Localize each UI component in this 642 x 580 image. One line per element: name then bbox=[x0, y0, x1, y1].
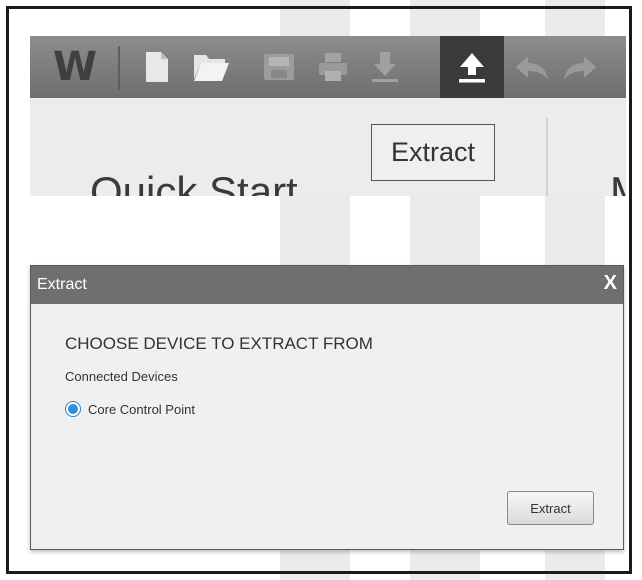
dialog-title: Extract bbox=[37, 276, 87, 293]
extract-tooltip: Extract bbox=[371, 124, 495, 181]
upload-extract-icon[interactable] bbox=[440, 36, 504, 98]
content-divider bbox=[546, 118, 548, 196]
toolbar-separator bbox=[118, 46, 120, 90]
save-icon[interactable] bbox=[256, 36, 302, 98]
undo-icon[interactable] bbox=[510, 36, 554, 98]
print-icon[interactable] bbox=[310, 36, 356, 98]
app-logo: W bbox=[52, 44, 97, 90]
device-radio[interactable] bbox=[65, 401, 81, 417]
extract-dialog: Extract X CHOOSE DEVICE TO EXTRACT FROM … bbox=[30, 265, 624, 550]
open-folder-icon[interactable] bbox=[188, 36, 234, 98]
content-area: Quick Start M bbox=[30, 98, 626, 196]
redo-icon[interactable] bbox=[558, 36, 602, 98]
radio-selected-dot bbox=[68, 404, 78, 414]
dialog-titlebar: Extract X bbox=[31, 266, 623, 304]
close-button[interactable]: X bbox=[604, 272, 617, 295]
main-toolbar: W bbox=[30, 36, 626, 98]
extract-button[interactable]: Extract bbox=[507, 491, 594, 525]
device-label: Core Control Point bbox=[88, 401, 195, 417]
quick-start-title: Quick Start bbox=[90, 168, 298, 196]
dialog-heading: CHOOSE DEVICE TO EXTRACT FROM bbox=[65, 334, 373, 353]
connected-devices-label: Connected Devices bbox=[65, 369, 178, 384]
next-section-title: M bbox=[610, 168, 626, 196]
new-document-icon[interactable] bbox=[134, 36, 180, 98]
device-option-core-control-point[interactable]: Core Control Point bbox=[65, 401, 195, 417]
download-icon[interactable] bbox=[362, 36, 408, 98]
